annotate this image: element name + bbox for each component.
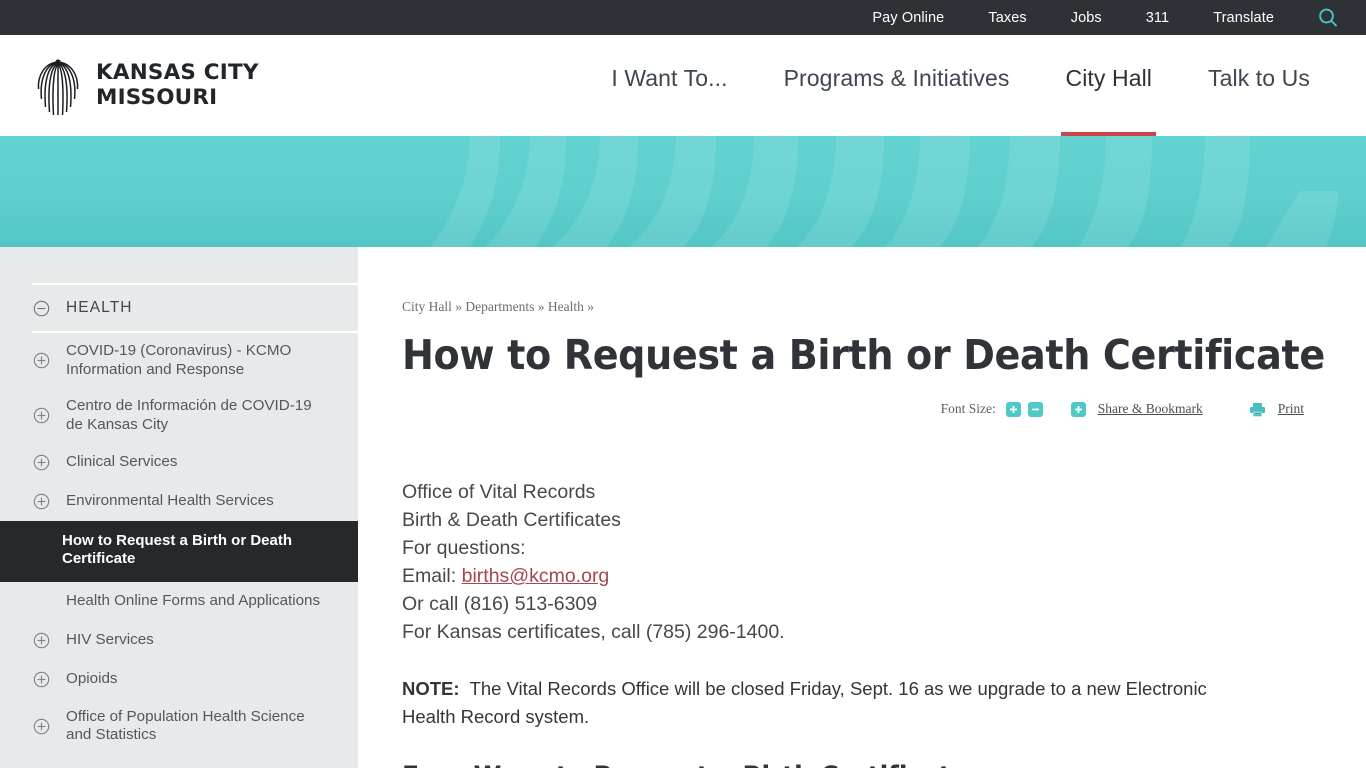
printer-icon[interactable] — [1249, 402, 1266, 417]
sidebar-item-label: Office of Population Health Science and … — [66, 707, 305, 744]
plus-icon — [1009, 405, 1017, 413]
sidebar-top-spacer — [0, 247, 358, 283]
nav-item-i-want-to[interactable]: I Want To... — [583, 57, 755, 138]
plus-circle-icon — [32, 671, 51, 688]
brand-wordmark: Kansas City Missouri — [96, 61, 259, 109]
sidebar-item-label: Environmental Health Services — [66, 492, 274, 510]
contact-email-link[interactable]: births@kcmo.org — [462, 565, 610, 587]
sidebar-section-header-health[interactable]: HEALTH — [32, 283, 358, 331]
sidebar-item-label: Centro de Información de COVID-19 de Kan… — [66, 397, 312, 433]
page-title: How to Request a Birth or Death Certific… — [402, 331, 1325, 379]
article-content: Office of Vital Records Birth & Death Ce… — [402, 479, 1310, 768]
note-text: The Vital Records Office will be closed … — [402, 678, 1207, 728]
utility-bar: Pay Online Taxes Jobs 311 Translate — [0, 0, 1366, 35]
print-link[interactable]: Print — [1278, 401, 1304, 417]
nav-item-city-hall[interactable]: City Hall — [1037, 57, 1180, 138]
sidebar-item-clinical-services[interactable]: Clinical Services — [32, 443, 358, 482]
hero-banner: KCMO 311 — [0, 136, 1366, 247]
plus-circle-icon — [32, 493, 51, 510]
note-label: NOTE: — [402, 678, 460, 700]
sidebar-item-office-population-health[interactable]: Office of Population Health Science and … — [32, 699, 358, 754]
plus-circle-icon — [32, 632, 51, 649]
section-heading-four-ways: Four Ways to Request a Birth Certificate — [402, 761, 1265, 768]
search-icon — [1319, 8, 1337, 27]
brand-home-link[interactable]: Kansas City Missouri — [0, 35, 259, 136]
contact-email-prefix: Email: — [402, 565, 462, 588]
nav-item-talk-to-us[interactable]: Talk to Us — [1180, 57, 1338, 138]
sidebar-navigation: HEALTH COVID-19 (Coronavirus) - KCMO Inf… — [0, 247, 358, 768]
plus-icon — [1074, 405, 1082, 413]
sidebar-item-label: COVID-19 (Coronavirus) - KCMO Informatio… — [66, 342, 292, 378]
utility-link-jobs[interactable]: Jobs — [1071, 10, 1102, 26]
minus-icon — [1031, 408, 1039, 411]
sidebar-item-label: HIV Services — [66, 631, 154, 648]
main-navigation: I Want To... Programs & Initiatives City… — [259, 35, 1366, 138]
plus-circle-icon — [32, 718, 51, 735]
plus-circle-icon — [32, 454, 51, 471]
page-body: HEALTH COVID-19 (Coronavirus) - KCMO Inf… — [0, 247, 1366, 768]
contact-line-questions: For questions: — [402, 537, 526, 560]
sidebar-item-centro-informacion-covid19[interactable]: Centro de Información de COVID-19 de Kan… — [32, 388, 358, 443]
search-button[interactable] — [1316, 6, 1340, 30]
hero-decorative-pattern — [430, 136, 1338, 247]
sidebar-item-environmental-health-services[interactable]: Environmental Health Services — [32, 482, 358, 521]
font-size-increase-button[interactable] — [1005, 401, 1021, 417]
plus-circle-icon — [32, 352, 51, 369]
sidebar-item-hiv-services[interactable]: HIV Services — [32, 621, 358, 660]
masthead: Kansas City Missouri I Want To... Progra… — [0, 35, 1366, 138]
share-bookmark-link[interactable]: Share & Bookmark — [1098, 401, 1203, 417]
page-tools-toolbar: Font Size: Share & Bookmark Print — [402, 401, 1310, 417]
font-size-label: Font Size: — [940, 401, 996, 417]
contact-line-kansas-phone: For Kansas certificates, call (785) 296-… — [402, 621, 785, 644]
plus-circle-icon — [32, 407, 51, 424]
utility-link-translate[interactable]: Translate — [1213, 10, 1274, 26]
sidebar-item-health-online-forms[interactable]: Health Online Forms and Applications — [32, 582, 358, 621]
sidebar-item-covid19-kcmo[interactable]: COVID-19 (Coronavirus) - KCMO Informatio… — [32, 333, 358, 388]
sidebar-item-label: Clinical Services — [66, 453, 178, 471]
sidebar-item-label: How to Request a Birth or Death Certific… — [62, 532, 293, 568]
font-size-decrease-button[interactable] — [1027, 401, 1043, 417]
note-paragraph: NOTE: The Vital Records Office will be c… — [402, 675, 1262, 731]
sidebar-item-opioids[interactable]: Opioids — [32, 660, 358, 699]
contact-line-phone: Or call (816) 513-6309 — [402, 593, 598, 616]
sidebar-section-header-label: HEALTH — [66, 299, 133, 316]
contact-line-certificates: Birth & Death Certificates — [402, 509, 621, 532]
brand-line-1: Kansas City — [96, 60, 259, 86]
vital-records-contact-block: Office of Vital Records Birth & Death Ce… — [402, 479, 1310, 647]
nav-item-programs-initiatives[interactable]: Programs & Initiatives — [756, 57, 1038, 138]
utility-link-311[interactable]: 311 — [1146, 10, 1169, 26]
minus-circle-icon — [32, 300, 51, 317]
contact-line-email: Email: births@kcmo.org — [402, 563, 1310, 591]
utility-link-taxes[interactable]: Taxes — [988, 10, 1026, 26]
share-bookmark-button[interactable] — [1070, 401, 1086, 417]
breadcrumb[interactable]: City Hall » Departments » Health » — [402, 299, 1310, 315]
sidebar-item-how-to-request-certificate[interactable]: How to Request a Birth or Death Certific… — [0, 521, 358, 582]
fountain-logo-icon — [37, 58, 79, 115]
sidebar-item-label: Opioids — [66, 670, 118, 687]
main-content: City Hall » Departments » Health » How t… — [358, 247, 1366, 768]
sidebar-item-label: Health Online Forms and Applications — [66, 592, 321, 609]
brand-line-2: Missouri — [96, 84, 218, 110]
sidebar-item-list: COVID-19 (Coronavirus) - KCMO Informatio… — [0, 331, 358, 754]
contact-line-office: Office of Vital Records — [402, 481, 596, 504]
utility-link-pay-online[interactable]: Pay Online — [872, 10, 944, 26]
